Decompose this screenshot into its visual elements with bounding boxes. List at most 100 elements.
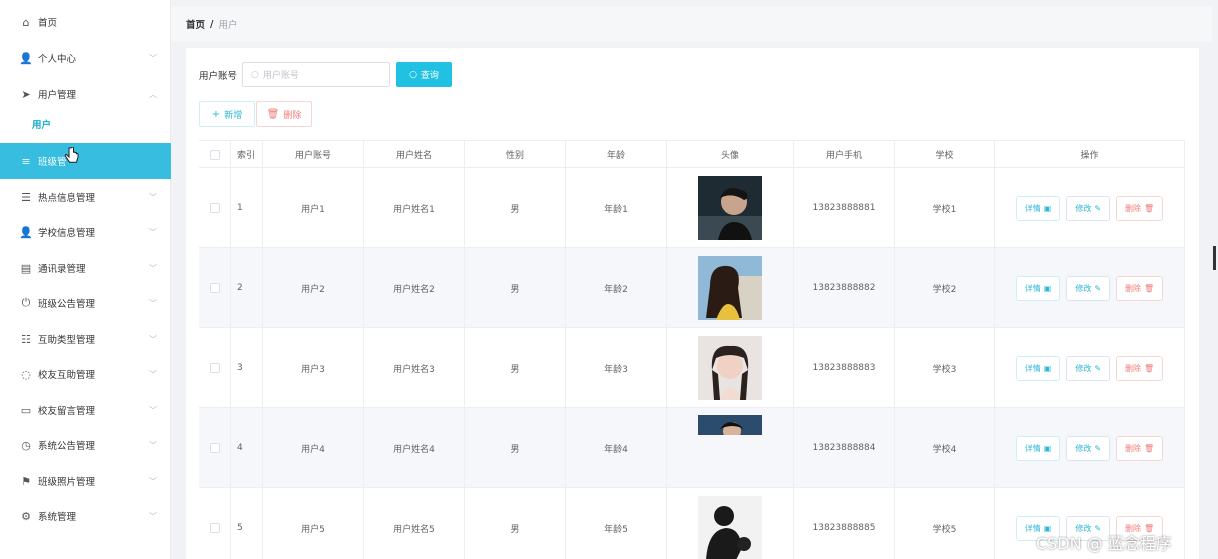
avatar-cell	[667, 328, 794, 408]
sidebar-item-label: 热点信息管理	[38, 193, 96, 204]
edit-button[interactable]: 修改 ✎	[1066, 195, 1111, 221]
sidebar-item-4[interactable]: ≡ 班级管	[0, 143, 171, 179]
row-checkbox[interactable]	[209, 523, 220, 533]
row-checkbox-cell	[199, 488, 231, 559]
edit-button[interactable]: 修改 ✎	[1066, 355, 1111, 381]
table-row[interactable]: 4 用户4 用户姓名4 男年龄4 13823888884 学校4 详情 ▣ 修改 ✎ 删除 🗑	[199, 408, 1185, 488]
chevron-down-icon: ﹀	[149, 298, 157, 308]
cell-name: 用户姓名3	[364, 328, 465, 408]
chevron-up-icon: ︿	[149, 89, 157, 99]
cell-gender: 男	[465, 248, 566, 328]
column-header: 年龄	[566, 141, 667, 168]
edit-button-label: 修改	[1075, 203, 1092, 213]
sidebar-item-label: 系统公告管理	[38, 441, 96, 452]
page-scrollbar[interactable]	[1213, 246, 1216, 270]
edit-button[interactable]: 修改 ✎	[1066, 275, 1111, 301]
sidebar-item-label: 校友留言管理	[38, 406, 96, 417]
row-checkbox[interactable]	[209, 203, 220, 213]
chevron-down-icon: ﹀	[149, 192, 157, 202]
sidebar-item-0[interactable]: ⌂ 首页	[0, 4, 171, 40]
sidebar-item-11[interactable]: ▭ 校友留言管理 ﹀	[0, 392, 171, 428]
search-input[interactable]: ○ 用户账号	[242, 62, 390, 87]
row-checkbox[interactable]	[209, 443, 220, 453]
person-icon: 👤	[19, 51, 33, 65]
breadcrumb-home[interactable]: 首页	[186, 17, 205, 31]
sidebar-item-label: 校友互助管理	[38, 370, 96, 381]
sidebar-item-10[interactable]: ◌ 校友互助管理 ﹀	[0, 356, 171, 392]
cell-phone: 13823888883	[794, 328, 895, 408]
select-all-checkbox[interactable]	[209, 149, 220, 160]
chevron-down-icon: ﹀	[149, 369, 157, 379]
sidebar-item-9[interactable]: ☷ 互助类型管理 ﹀	[0, 321, 171, 357]
cell-gender: 男	[465, 488, 566, 559]
menu-icon: ≡	[21, 154, 31, 168]
table-header: 索引 用户账号 用户姓名 性别 年龄 头像 用户手机 学校 操作	[199, 140, 1185, 168]
delete-button[interactable]: 删除 🗑	[1116, 355, 1164, 381]
sidebar-item-label: 班级照片管理	[38, 477, 96, 488]
delete-button[interactable]: 删除 🗑	[1116, 275, 1164, 301]
details-button[interactable]: 详情 ▣	[1015, 355, 1061, 381]
home-icon: ⌂	[22, 15, 30, 29]
cell-phone: 13823888881	[794, 168, 895, 248]
row-checkbox[interactable]	[209, 283, 220, 293]
batch-delete-button[interactable]: 🗑 删除	[256, 101, 312, 127]
edit-button-label: 修改	[1075, 283, 1092, 293]
avatar	[698, 176, 762, 240]
avatar	[698, 256, 762, 320]
sidebar-item-label: 班级公告管理	[38, 299, 96, 310]
watermark: CSDN @ 蓝念程序	[1036, 534, 1172, 553]
sidebar-item-13[interactable]: ⚑ 班级照片管理 ﹀	[0, 463, 171, 499]
category-icon: ☷	[21, 332, 31, 346]
cell-phone: 13823888884	[794, 408, 895, 488]
message-icon: ▭	[20, 403, 32, 417]
row-checkbox-cell	[199, 328, 231, 408]
power-icon: ⏻	[21, 296, 31, 309]
trash-icon: 🗑	[1144, 363, 1155, 373]
sidebar-item-1[interactable]: 👤 个人中心 ﹀	[0, 40, 171, 76]
main-panel: 用户账号 ○ 用户账号 ○ 查询 + 新增 🗑 删除 索引 用户账号 用户姓名 性别年…	[186, 48, 1199, 559]
table-row[interactable]: 3 用户3 用户姓名3 男年龄3 13823888883 学校3 详情 ▣ 修改 ✎ 删除 🗑	[199, 328, 1185, 408]
sidebar-item-3[interactable]: 用户	[0, 108, 171, 140]
sidebar: ⌂ 首页 👤 个人中心 ﹀ ➤ 用户管理 ︿ 用户 ≡ 班级管 ☰ 热点信息管理 ﹀ 👤 学校信息管理 ﹀ ▤ 通讯…	[0, 0, 171, 559]
delete-button[interactable]: 删除 🗑	[1116, 195, 1164, 221]
document-icon: ▣	[1043, 363, 1052, 373]
pencil-icon: ✎	[1094, 283, 1102, 293]
search-icon: ○	[409, 69, 417, 80]
sidebar-item-label: 系统管理	[38, 512, 77, 523]
sidebar-item-5[interactable]: ☰ 热点信息管理 ﹀	[0, 179, 171, 215]
sidebar-item-6[interactable]: 👤 学校信息管理 ﹀	[0, 214, 171, 250]
flag-icon: ⚑	[21, 474, 31, 488]
details-button-label: 详情	[1024, 203, 1041, 213]
compass-icon: ◷	[21, 438, 31, 452]
table-row[interactable]: 1 用户1 用户姓名1 男年龄1 13823888881 学校1 详情 ▣ 修改 ✎ 删除 🗑	[199, 168, 1185, 248]
details-button[interactable]: 详情 ▣	[1015, 275, 1061, 301]
sidebar-item-8[interactable]: ⏻ 班级公告管理 ﹀	[0, 285, 171, 321]
search-label: 用户账号	[199, 71, 238, 82]
chevron-down-icon: ﹀	[149, 53, 157, 63]
sidebar-item-12[interactable]: ◷ 系统公告管理 ﹀	[0, 427, 171, 463]
cell-index: 3	[231, 328, 263, 408]
cell-account: 用户5	[263, 488, 364, 559]
sidebar-item-14[interactable]: ⚙ 系统管理 ﹀	[0, 498, 171, 534]
details-button[interactable]: 详情 ▣	[1015, 195, 1061, 221]
row-checkbox[interactable]	[209, 363, 220, 373]
edit-button[interactable]: 修改 ✎	[1066, 435, 1111, 461]
column-header: 用户姓名	[364, 141, 465, 168]
table-row[interactable]: 2 用户2 用户姓名2 男年龄2 13823888882 学校2 详情 ▣ 修改 ✎ 删除 🗑	[199, 248, 1185, 328]
pencil-icon: ✎	[1094, 443, 1102, 453]
trash-icon: 🗑	[266, 108, 280, 120]
query-button-label: 查询	[420, 71, 439, 81]
cell-gender: 男	[465, 168, 566, 248]
details-button[interactable]: 详情 ▣	[1015, 435, 1061, 461]
query-button[interactable]: ○ 查询	[396, 62, 452, 87]
add-button[interactable]: + 新增	[199, 101, 255, 127]
cell-index: 5	[231, 488, 263, 559]
sidebar-item-label: 通讯录管理	[38, 264, 86, 275]
cell-age: 年龄1	[566, 168, 667, 248]
delete-button-label: 删除	[1125, 363, 1142, 373]
cell-gender: 男	[465, 408, 566, 488]
sidebar-item-2[interactable]: ➤ 用户管理 ︿	[0, 76, 171, 112]
delete-button[interactable]: 删除 🗑	[1116, 435, 1164, 461]
edit-button-label: 修改	[1075, 363, 1092, 373]
sidebar-item-7[interactable]: ▤ 通讯录管理 ﹀	[0, 250, 171, 286]
